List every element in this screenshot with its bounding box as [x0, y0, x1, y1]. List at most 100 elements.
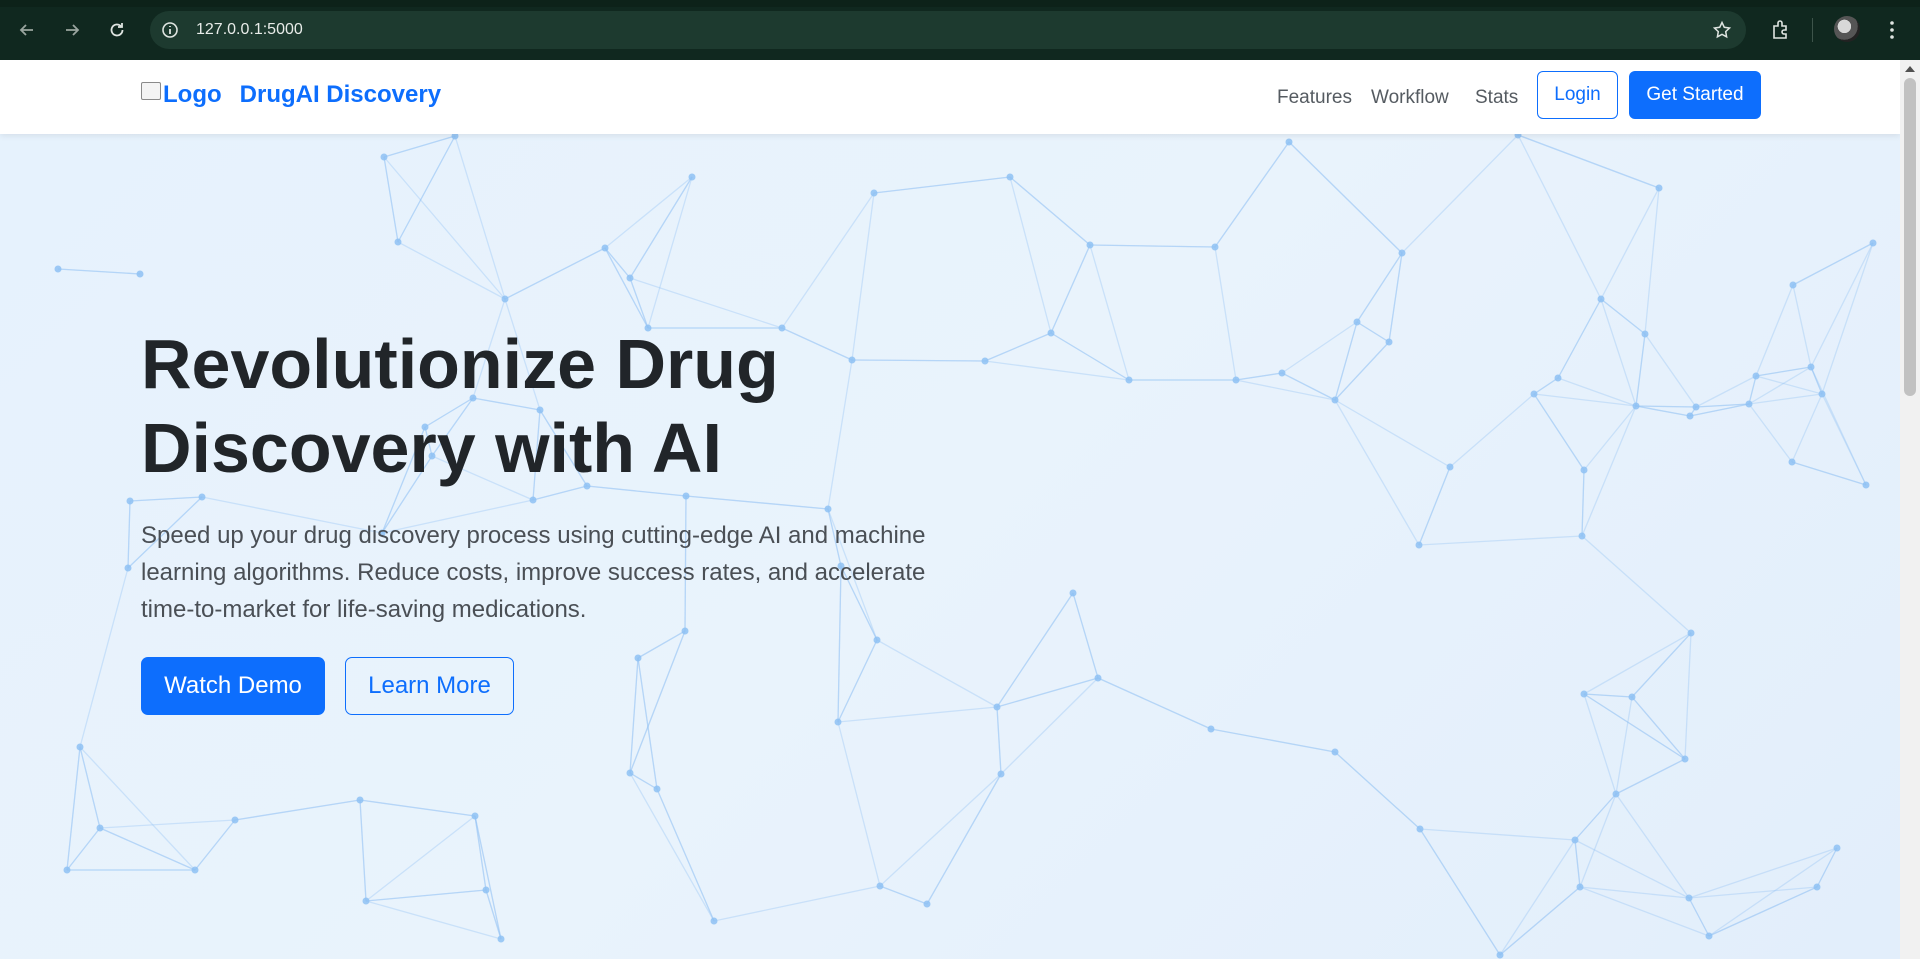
- nav-link-workflow[interactable]: Workflow: [1371, 87, 1449, 109]
- network-edge: [1810, 366, 1867, 486]
- network-edge: [1517, 134, 1660, 189]
- network-edge: [604, 176, 693, 249]
- network-node: [471, 812, 479, 820]
- network-node: [1687, 629, 1695, 637]
- network-edge: [1748, 403, 1793, 463]
- network-node: [1862, 481, 1870, 489]
- network-edge: [99, 819, 236, 829]
- extensions-icon[interactable]: [1769, 18, 1793, 42]
- network-edge: [1517, 134, 1602, 300]
- network-edge: [66, 827, 101, 871]
- network-edge: [1533, 393, 1585, 471]
- tab-strip-edge: [0, 0, 1920, 7]
- network-edge: [837, 706, 998, 723]
- network-node: [63, 866, 71, 874]
- network-node: [1813, 883, 1821, 891]
- network-edge: [474, 815, 487, 891]
- network-node: [923, 900, 931, 908]
- logo-image[interactable]: Logo: [141, 81, 222, 109]
- network-edge: [629, 772, 715, 922]
- url-text[interactable]: 127.0.0.1:5000: [196, 21, 303, 39]
- network-node: [136, 270, 144, 278]
- network-edge: [984, 360, 1130, 381]
- forward-arrow-icon[interactable]: [57, 15, 87, 45]
- network-node: [710, 917, 718, 925]
- network-node: [1278, 369, 1286, 377]
- network-node: [1578, 532, 1586, 540]
- network-edge: [1791, 461, 1867, 486]
- network-edge: [1635, 405, 1691, 417]
- login-button[interactable]: Login: [1537, 71, 1618, 119]
- network-edge: [996, 706, 1002, 775]
- brand-name[interactable]: DrugAI Discovery: [240, 81, 441, 109]
- network-node: [1580, 466, 1588, 474]
- address-bar[interactable]: 127.0.0.1:5000: [150, 11, 1746, 49]
- network-edge: [1334, 399, 1451, 468]
- get-started-button[interactable]: Get Started: [1629, 71, 1761, 119]
- scrollbar-thumb[interactable]: [1904, 78, 1916, 396]
- back-arrow-icon[interactable]: [12, 15, 42, 45]
- network-edge: [1419, 828, 1501, 956]
- network-edge: [397, 241, 506, 300]
- network-edge: [1635, 333, 1646, 407]
- network-edge: [1791, 393, 1823, 463]
- network-edge: [1356, 252, 1403, 323]
- network-edge: [1581, 405, 1637, 537]
- network-edge: [1235, 379, 1336, 401]
- network-edge: [685, 495, 829, 510]
- network-edge: [79, 567, 129, 748]
- profile-avatar[interactable]: [1834, 16, 1860, 42]
- network-node: [1705, 932, 1713, 940]
- network-node: [1692, 403, 1700, 411]
- navbar: Logo DrugAI Discovery Features Workflow …: [0, 60, 1900, 134]
- network-node: [876, 882, 884, 890]
- network-edge: [629, 277, 783, 329]
- network-node: [1211, 243, 1219, 251]
- network-node: [1612, 790, 1620, 798]
- brand[interactable]: Logo DrugAI Discovery: [141, 81, 441, 109]
- network-node: [1331, 748, 1339, 756]
- watch-demo-button[interactable]: Watch Demo: [141, 657, 325, 715]
- network-edge: [629, 277, 649, 329]
- network-edge: [1097, 677, 1212, 730]
- more-menu-icon[interactable]: [1880, 18, 1904, 42]
- network-node: [626, 274, 634, 282]
- network-node: [394, 238, 402, 246]
- network-edge: [1581, 535, 1692, 634]
- network-edge: [1631, 632, 1692, 698]
- network-edge: [713, 885, 881, 922]
- broken-image-icon: [141, 82, 161, 100]
- network-node: [1788, 458, 1796, 466]
- network-edge: [1579, 793, 1617, 888]
- network-edge: [1631, 696, 1686, 760]
- network-edge: [1755, 284, 1794, 377]
- bookmark-star-icon[interactable]: [1712, 20, 1732, 40]
- network-node: [981, 357, 989, 365]
- nav-link-stats[interactable]: Stats: [1475, 87, 1518, 109]
- site-info-icon[interactable]: [160, 20, 180, 40]
- network-edge: [629, 176, 693, 279]
- network-node: [1554, 374, 1562, 382]
- network-edge: [656, 788, 715, 922]
- page-scrollbar[interactable]: [1900, 60, 1920, 959]
- learn-more-button[interactable]: Learn More: [345, 657, 514, 715]
- nav-link-features[interactable]: Features: [1277, 87, 1352, 109]
- network-edge: [234, 799, 361, 821]
- network-node: [634, 654, 642, 662]
- network-edge: [1334, 751, 1421, 830]
- network-edge: [485, 889, 502, 940]
- scroll-up-arrow-icon[interactable]: [1905, 66, 1915, 72]
- network-edge: [1401, 134, 1519, 254]
- network-node: [124, 564, 132, 572]
- network-node: [1869, 239, 1877, 247]
- network-edge: [926, 773, 1002, 905]
- network-node: [1385, 338, 1393, 346]
- network-edge: [1388, 252, 1403, 343]
- network-edge: [1356, 321, 1390, 343]
- reload-icon[interactable]: [102, 15, 132, 45]
- network-edge: [1214, 141, 1290, 248]
- network-node: [1807, 363, 1815, 371]
- network-node: [870, 189, 878, 197]
- network-node: [1207, 725, 1215, 733]
- network-edge: [851, 359, 986, 362]
